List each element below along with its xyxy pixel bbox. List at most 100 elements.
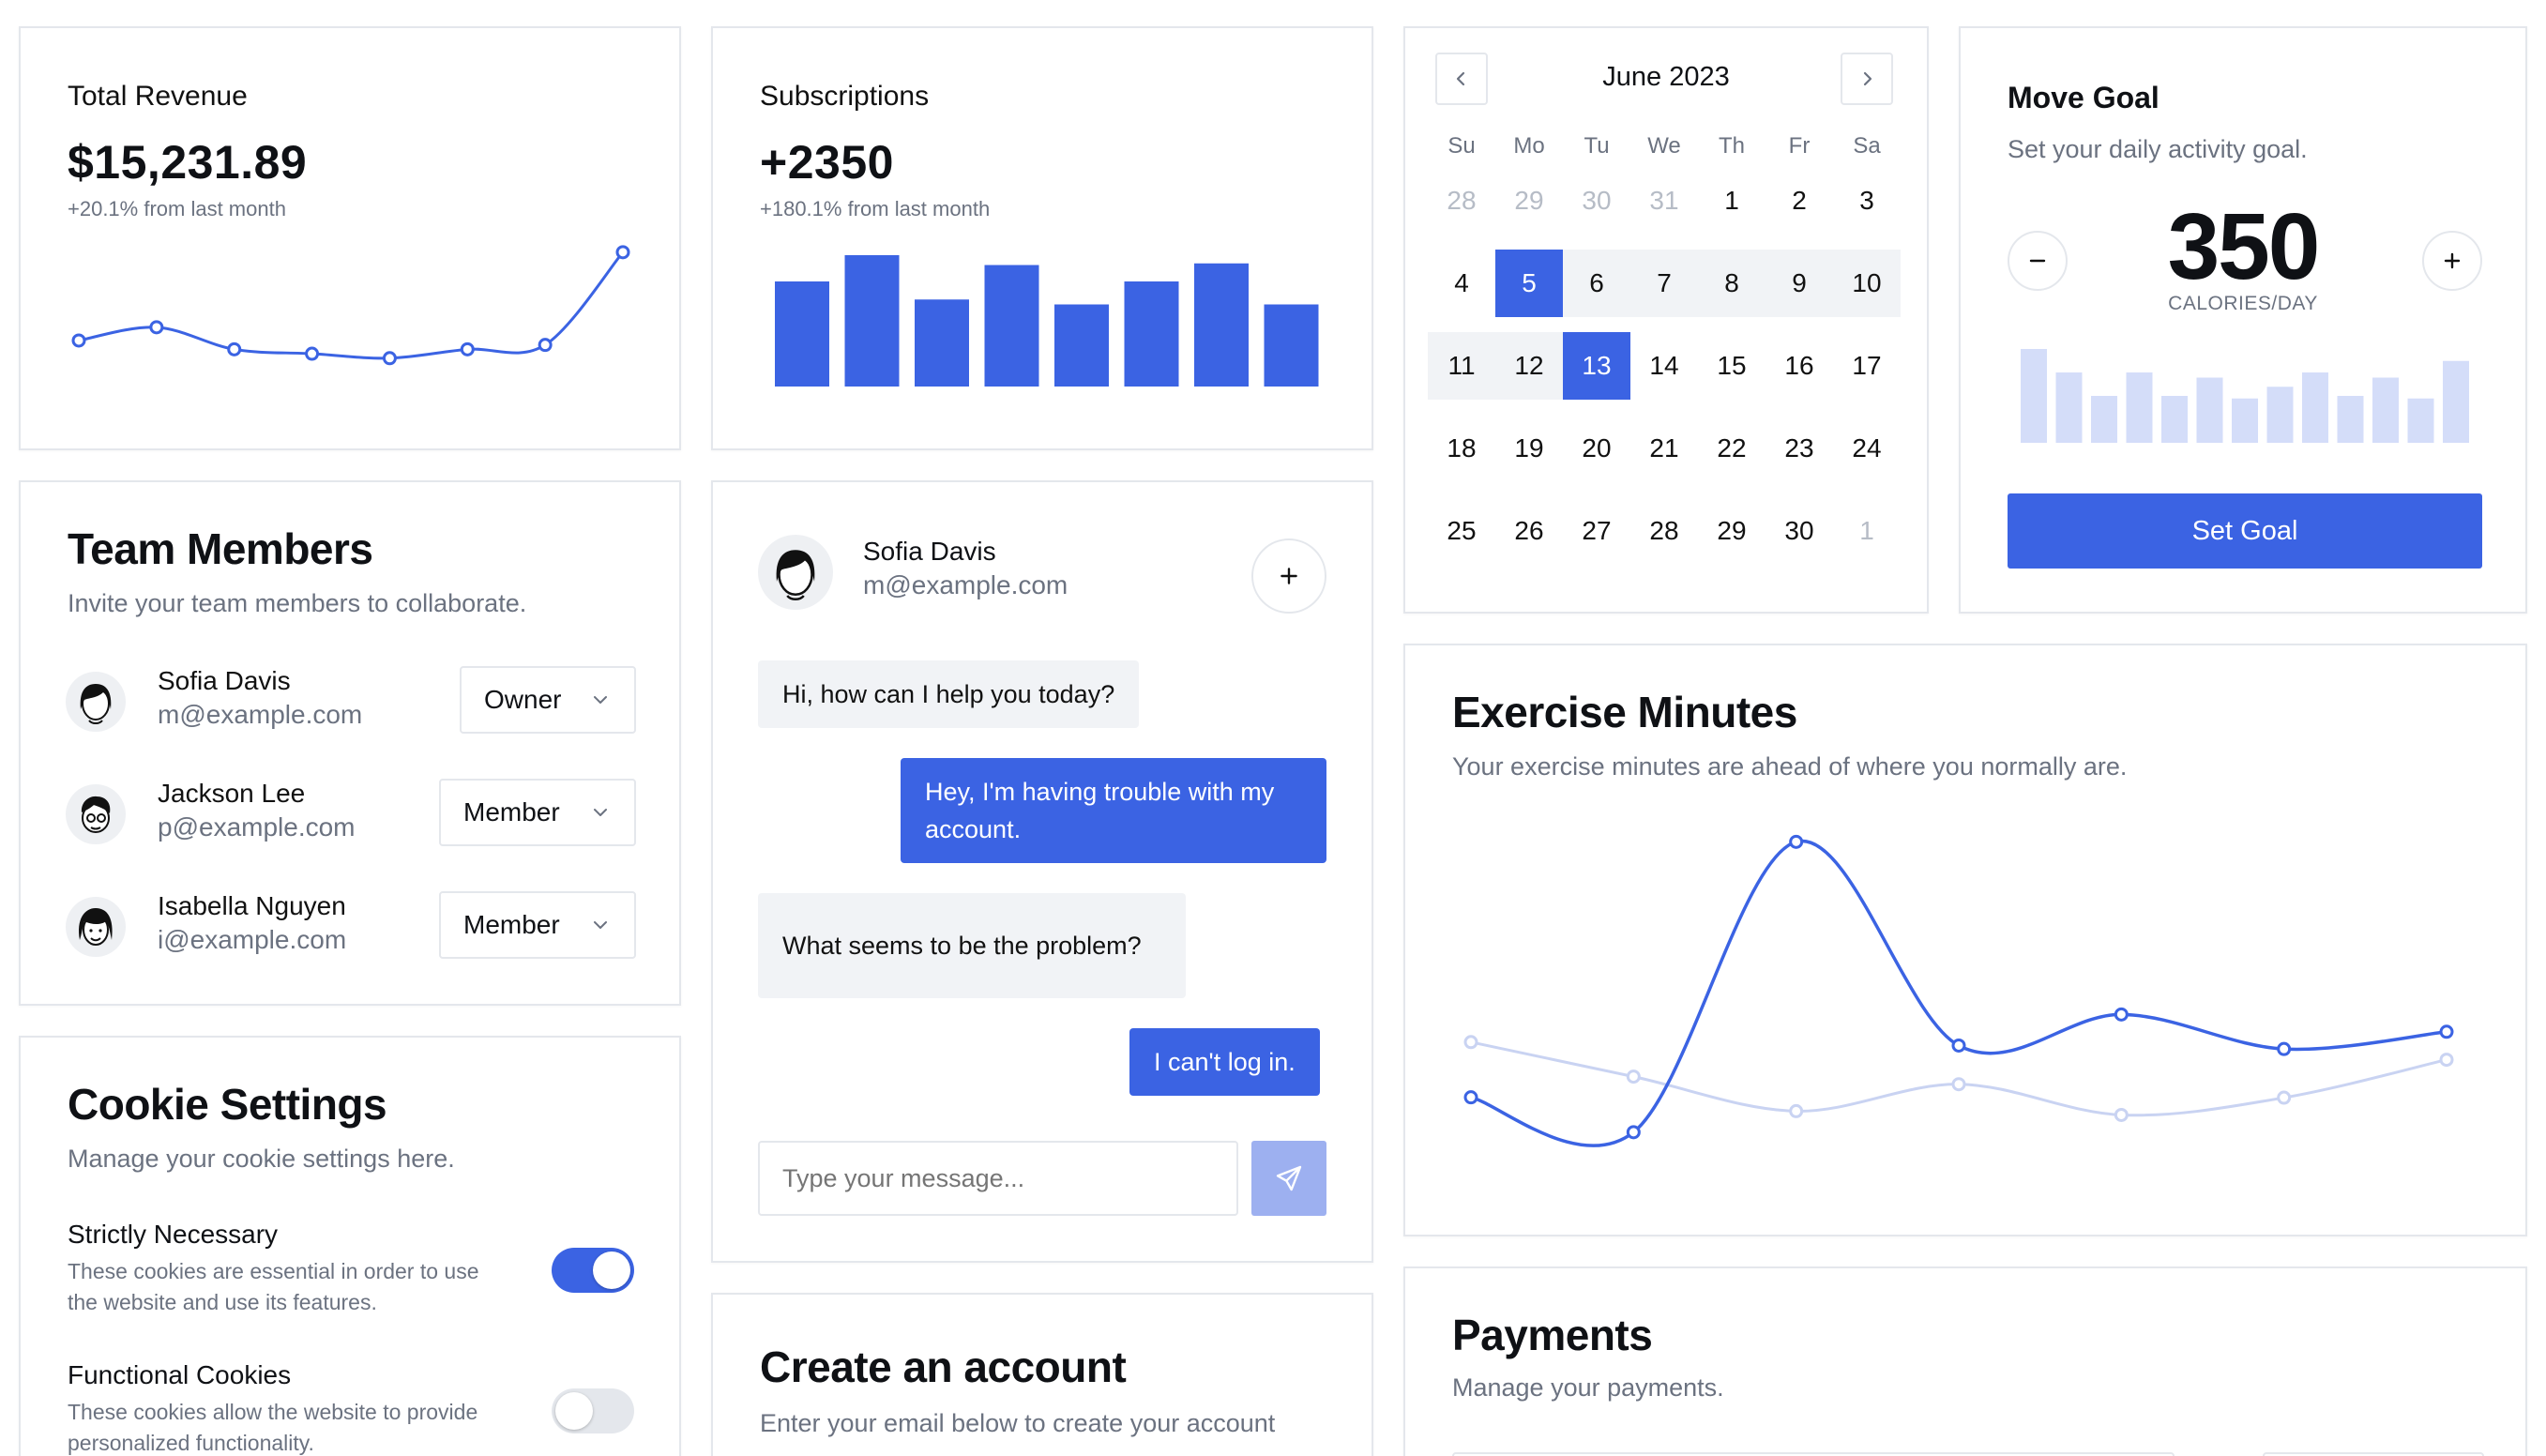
role-label: Member xyxy=(463,797,560,827)
calendar-day[interactable]: 14 xyxy=(1630,332,1698,400)
member-email: p@example.com xyxy=(158,812,356,842)
move-goal-bar xyxy=(2232,398,2258,443)
calendar-day[interactable]: 16 xyxy=(1766,332,1833,400)
calendar-day[interactable]: 31 xyxy=(1630,167,1698,235)
move-goal-bar xyxy=(2126,372,2153,443)
chat-message-incoming: What seems to be the problem? xyxy=(758,893,1186,998)
chevron-down-icon xyxy=(594,921,607,929)
exercise-data-point xyxy=(2277,1041,2292,1056)
exercise-data-point xyxy=(2114,1007,2129,1022)
calendar-day[interactable]: 28 xyxy=(1630,497,1698,565)
calendar-day[interactable]: 15 xyxy=(1698,332,1766,400)
calendar-day[interactable]: 8 xyxy=(1698,250,1766,317)
calendar-day[interactable]: 21 xyxy=(1630,415,1698,482)
calendar-day[interactable]: 18 xyxy=(1428,415,1495,482)
move-goal-bar xyxy=(2443,360,2469,443)
exercise-data-point xyxy=(2277,1090,2292,1105)
calendar-day[interactable]: 29 xyxy=(1698,497,1766,565)
set-goal-button[interactable]: Set Goal xyxy=(2008,493,2482,569)
subscriptions-bar xyxy=(1264,304,1319,387)
revenue-data-point xyxy=(149,320,164,335)
role-select-member[interactable]: Member xyxy=(439,779,636,846)
calendar-day[interactable]: 22 xyxy=(1698,415,1766,482)
cookie-title: Cookie Settings xyxy=(68,1080,387,1129)
subscriptions-bar-chart xyxy=(775,255,1319,387)
calendar-day[interactable]: 10 xyxy=(1833,250,1901,317)
calendar-weekday-label: Mo xyxy=(1513,133,1545,159)
calendar-day[interactable]: 12 xyxy=(1495,332,1563,400)
subscriptions-bar xyxy=(1054,304,1109,387)
team-title: Team Members xyxy=(68,524,373,573)
increase-goal-button[interactable] xyxy=(2422,231,2482,291)
move-goal-bar xyxy=(2407,398,2434,443)
calendar-day[interactable]: 20 xyxy=(1563,415,1630,482)
calendar-day[interactable]: 1 xyxy=(1833,497,1901,565)
calendar-day[interactable]: 1 xyxy=(1698,167,1766,235)
calendar-weekday-label: Tu xyxy=(1584,133,1610,159)
calendar-day[interactable]: 2 xyxy=(1766,167,1833,235)
exercise-title: Exercise Minutes xyxy=(1452,688,1797,736)
calendar-day[interactable]: 9 xyxy=(1766,250,1833,317)
role-select-owner[interactable]: Owner xyxy=(460,666,636,734)
create-account-card: Create an account Enter your email below… xyxy=(711,1293,1373,1456)
exercise-data-point xyxy=(1463,1090,1478,1105)
payments-columns-button[interactable] xyxy=(2263,1452,2484,1456)
calendar-day[interactable]: 29 xyxy=(1495,167,1563,235)
member-email: i@example.com xyxy=(158,925,347,954)
move-goal-bar xyxy=(2196,377,2223,443)
move-goal-bar xyxy=(2372,377,2399,443)
calendar-day[interactable]: 23 xyxy=(1766,415,1833,482)
move-goal-bar xyxy=(2266,387,2294,443)
move-goal-unit: CALORIES/DAY xyxy=(2168,293,2318,314)
subscriptions-bar xyxy=(1124,281,1179,387)
calendar-next-button[interactable] xyxy=(1841,53,1893,105)
calendar-day[interactable]: 19 xyxy=(1495,415,1563,482)
calendar-day[interactable]: 7 xyxy=(1630,250,1698,317)
cookie-item-desc: personalized functionality. xyxy=(68,1431,314,1455)
calendar-day[interactable]: 26 xyxy=(1495,497,1563,565)
team-subtitle: Invite your team members to collaborate. xyxy=(68,589,527,617)
calendar-day[interactable]: 3 xyxy=(1833,167,1901,235)
subscriptions-bar xyxy=(775,281,829,387)
functional-cookies-toggle[interactable] xyxy=(552,1388,634,1433)
payments-filter-input[interactable] xyxy=(1452,1452,2175,1456)
move-goal-title: Move Goal xyxy=(2008,81,2160,114)
calendar-day[interactable]: 5 xyxy=(1495,250,1563,317)
total-revenue-card: Total Revenue $15,231.89 +20.1% from las… xyxy=(19,26,681,450)
create-account-subtitle: Enter your email below to create your ac… xyxy=(760,1409,1276,1437)
calendar-day[interactable]: 17 xyxy=(1833,332,1901,400)
role-select-member[interactable]: Member xyxy=(439,891,636,959)
chevron-down-icon xyxy=(594,696,607,704)
move-goal-bar xyxy=(2055,372,2083,443)
cookie-item-title: Functional Cookies xyxy=(68,1360,292,1389)
revenue-line-chart xyxy=(71,245,630,366)
calendar-day[interactable]: 24 xyxy=(1833,415,1901,482)
chat-message-outgoing: Hey, I'm having trouble with my account. xyxy=(901,758,1326,863)
chat-message-outgoing: I can't log in. xyxy=(1129,1028,1320,1096)
calendar-day[interactable]: 27 xyxy=(1563,497,1630,565)
role-label: Owner xyxy=(484,685,562,714)
new-message-button[interactable] xyxy=(1251,538,1326,614)
calendar-card: June 2023 Su Mo Tu We Th Fr Sa 28 29 30 31 1 2 3 4 5 6 7 8… xyxy=(1403,26,1929,614)
calendar-day[interactable]: 28 xyxy=(1428,167,1495,235)
payments-title: Payments xyxy=(1452,1311,1653,1359)
cookie-item-desc: These cookies are essential in order to … xyxy=(68,1259,479,1283)
move-goal-bar xyxy=(2021,349,2047,443)
calendar-day[interactable]: 4 xyxy=(1428,250,1495,317)
calendar-day[interactable]: 30 xyxy=(1563,167,1630,235)
create-account-title: Create an account xyxy=(760,1342,1127,1391)
send-button[interactable] xyxy=(1251,1141,1326,1216)
exercise-data-point xyxy=(2439,1024,2454,1039)
cookie-settings-card: Cookie Settings Manage your cookie setti… xyxy=(19,1036,681,1456)
chevron-down-icon xyxy=(594,809,607,816)
calendar-day[interactable]: 11 xyxy=(1428,332,1495,400)
chat-message-input[interactable] xyxy=(758,1141,1238,1216)
calendar-day[interactable]: 13 xyxy=(1563,332,1630,400)
calendar-day[interactable]: 6 xyxy=(1563,250,1630,317)
revenue-data-point xyxy=(460,341,475,356)
calendar-day[interactable]: 30 xyxy=(1766,497,1833,565)
strictly-necessary-toggle[interactable] xyxy=(552,1248,634,1293)
chevron-right-icon xyxy=(1863,71,1872,86)
subscriptions-title: Subscriptions xyxy=(760,81,930,112)
calendar-day[interactable]: 25 xyxy=(1428,497,1495,565)
